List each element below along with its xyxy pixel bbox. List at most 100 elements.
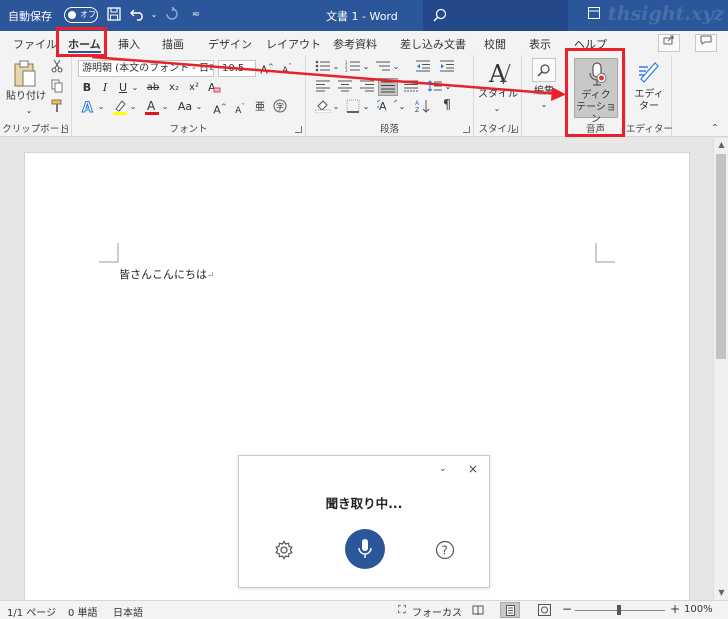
strikethrough-button[interactable]: ab	[144, 80, 162, 96]
italic-button[interactable]: I	[98, 80, 112, 96]
justify-icon[interactable]	[378, 78, 398, 96]
tab-layout[interactable]: レイアウト	[266, 36, 321, 52]
undo-icon[interactable]	[130, 7, 146, 23]
change-case-button[interactable]: Aa	[176, 99, 194, 115]
comments-icon[interactable]	[695, 34, 717, 52]
bullets-icon[interactable]	[314, 60, 332, 74]
font-size-select[interactable]: 10.5	[218, 60, 256, 77]
page-count[interactable]: 1/1 ページ	[7, 604, 56, 619]
tab-insert[interactable]: 挿入	[118, 36, 140, 52]
decrease-indent-icon[interactable]	[414, 60, 432, 74]
tab-view[interactable]: 表示	[529, 36, 551, 52]
shrink-font-button[interactable]: Aˇ	[232, 99, 248, 119]
scroll-down-icon[interactable]: ▼	[714, 586, 728, 600]
tab-draw[interactable]: 描画	[162, 36, 184, 52]
enclose-characters-icon[interactable]: 字	[272, 99, 288, 118]
tab-design[interactable]: デザイン	[208, 36, 252, 52]
cut-icon[interactable]	[50, 59, 64, 78]
word-count[interactable]: 0 単語	[68, 604, 98, 619]
distributed-icon[interactable]	[402, 80, 420, 94]
zoom-out-icon[interactable]: −	[562, 602, 572, 616]
dictation-help-icon[interactable]: ?	[435, 540, 455, 560]
underline-dropdown-icon[interactable]: ⌄	[130, 80, 140, 96]
shading-dropdown-icon[interactable]: ⌄	[332, 99, 340, 115]
dictation-settings-icon[interactable]	[274, 540, 294, 560]
search-box[interactable]	[423, 0, 568, 31]
tab-review[interactable]: 校閲	[484, 36, 506, 52]
dictation-collapse-icon[interactable]: ⌄	[439, 464, 447, 474]
font-name-select[interactable]: 游明朝 (本文のフォント - 日本	[78, 60, 214, 77]
numbering-dropdown-icon[interactable]: ⌄	[362, 59, 370, 75]
highlight-icon[interactable]	[112, 99, 128, 120]
styles-icon[interactable]: A	[486, 60, 512, 88]
phonetic-guide-icon[interactable]: 亜	[252, 99, 268, 118]
clear-formatting-icon[interactable]: A	[206, 80, 222, 99]
subscript-button[interactable]: x₂	[166, 80, 182, 96]
sort-icon[interactable]: AZ	[414, 99, 432, 114]
shrink-font-icon[interactable]: Aˇ	[278, 59, 296, 79]
collapse-ribbon-icon[interactable]: ⌃	[708, 121, 722, 137]
grow-font-icon[interactable]: A^	[258, 59, 276, 79]
focus-icon[interactable]: ⛶	[398, 603, 406, 617]
styles-launcher-icon[interactable]	[511, 126, 518, 133]
font-launcher-icon[interactable]	[295, 126, 302, 133]
text-effects-icon[interactable]: A	[80, 99, 96, 120]
font-color-icon[interactable]: A	[144, 99, 160, 120]
editing-dropdown-icon[interactable]: ⌄	[539, 97, 549, 113]
styles-label[interactable]: スタイル	[476, 89, 520, 101]
share-icon[interactable]	[658, 34, 680, 52]
format-painter-icon[interactable]	[50, 99, 64, 118]
language-indicator[interactable]: 日本語	[113, 604, 143, 619]
web-layout-icon[interactable]	[538, 604, 551, 616]
shading-icon[interactable]	[314, 99, 332, 114]
zoom-in-icon[interactable]: +	[670, 602, 680, 616]
styles-dropdown-icon[interactable]: ⌄	[492, 101, 502, 117]
highlight-dropdown-icon[interactable]: ⌄	[128, 99, 138, 115]
print-layout-button[interactable]	[500, 602, 520, 618]
align-right-icon[interactable]	[358, 80, 376, 94]
dictation-close-icon[interactable]: ×	[468, 462, 478, 476]
redo-icon[interactable]	[164, 6, 180, 23]
line-spacing-dropdown-icon[interactable]: ⌄	[444, 79, 452, 95]
editor-label[interactable]: エディ ター	[628, 89, 670, 113]
focus-mode-button[interactable]: フォーカス	[412, 604, 462, 619]
align-center-icon[interactable]	[336, 80, 354, 94]
change-case-dropdown-icon[interactable]: ⌄	[194, 99, 204, 115]
customize-qat-icon[interactable]: ≂	[188, 7, 204, 23]
paste-dropdown-icon[interactable]: ⌄	[24, 103, 34, 119]
save-icon[interactable]	[106, 7, 122, 23]
paragraph-launcher-icon[interactable]	[463, 126, 470, 133]
dictation-mic-button[interactable]	[345, 529, 385, 569]
tab-mailings[interactable]: 差し込み文書	[400, 36, 466, 52]
increase-indent-icon[interactable]	[438, 60, 456, 74]
line-spacing-icon[interactable]	[426, 80, 444, 94]
borders-dropdown-icon[interactable]: ⌄	[362, 99, 370, 115]
scroll-up-icon[interactable]: ▲	[714, 138, 728, 152]
asian-layout-dropdown-icon[interactable]: ⌄	[398, 99, 406, 115]
multilevel-list-icon[interactable]	[374, 60, 392, 74]
borders-icon[interactable]	[344, 99, 362, 113]
paste-icon[interactable]	[10, 59, 40, 93]
bullets-dropdown-icon[interactable]: ⌄	[332, 59, 340, 75]
autosave-toggle[interactable]: オフ	[64, 7, 98, 23]
clipboard-launcher-icon[interactable]	[61, 126, 68, 133]
align-left-icon[interactable]	[314, 80, 332, 94]
tab-references[interactable]: 参考資料	[333, 36, 377, 52]
font-color-dropdown-icon[interactable]: ⌄	[160, 99, 170, 115]
vertical-scrollbar[interactable]: ▲ ▼	[713, 138, 728, 600]
superscript-button[interactable]: x²	[186, 80, 202, 96]
scroll-thumb[interactable]	[716, 154, 726, 359]
text-effects-dropdown-icon[interactable]: ⌄	[96, 99, 106, 115]
find-icon[interactable]	[532, 58, 556, 82]
numbering-icon[interactable]: 123	[344, 60, 362, 74]
editor-icon[interactable]	[636, 59, 662, 85]
zoom-level[interactable]: 100%	[684, 604, 713, 615]
read-mode-icon[interactable]	[472, 605, 484, 616]
zoom-slider-thumb[interactable]	[617, 605, 621, 615]
grow-font-button[interactable]: A^	[212, 99, 228, 119]
ribbon-display-options-icon[interactable]	[588, 7, 600, 22]
show-marks-icon[interactable]: ¶	[438, 98, 456, 114]
tab-file[interactable]: ファイル	[13, 36, 57, 52]
asian-layout-icon[interactable]: A	[376, 99, 398, 113]
paste-label[interactable]: 貼り付け	[4, 91, 48, 103]
